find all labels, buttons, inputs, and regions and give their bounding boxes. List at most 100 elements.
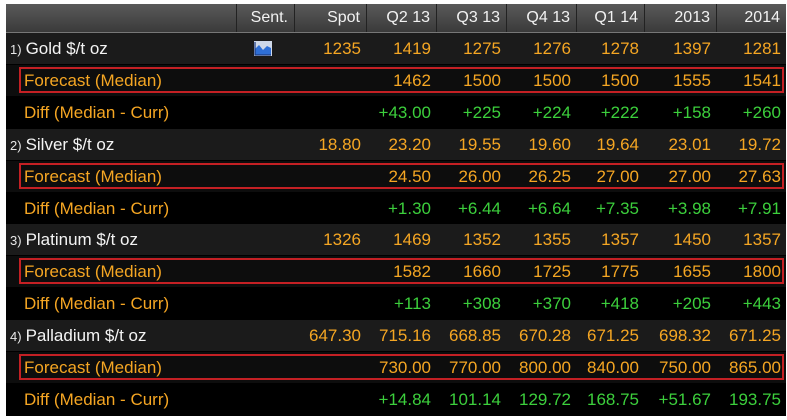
cell-q1-14: +222: [600, 102, 639, 122]
table-row-forecast[interactable]: Forecast (Median) 1462 1500 1500 1500 1555 154…: [6, 64, 786, 96]
cell-2013: 1655: [673, 262, 711, 282]
cell-q3-13: 1500: [463, 70, 501, 90]
row-label-text: Diff (Median - Curr): [24, 389, 170, 409]
cell-q4-13: 1500: [533, 70, 571, 90]
table-row-metal[interactable]: 4) Palladium $/t oz 647.30 715.16 668.85 670.…: [6, 320, 786, 352]
cell-spot: [294, 256, 366, 287]
cell-2013: 698.32: [659, 326, 711, 346]
column-header-q4-13[interactable]: Q4 13: [506, 4, 576, 32]
row-index[interactable]: 2): [10, 138, 22, 153]
row-label: Diff (Median - Curr): [24, 288, 169, 319]
cell-2013: +158: [672, 102, 711, 122]
column-header-q1-14[interactable]: Q1 14: [576, 4, 644, 32]
row-label-text: Forecast (Median): [24, 262, 162, 282]
row-label: 1) Gold $/t oz: [10, 33, 108, 64]
table-row-metal[interactable]: 3) Platinum $/t oz 1326 1469 1352 1355 1357 145…: [6, 224, 786, 256]
cell-q2-13: 1462: [393, 70, 431, 90]
cell-2014: 19.72: [738, 134, 781, 154]
cell-q4-13: +6.64: [527, 198, 571, 218]
cell-q3-13: +6.44: [457, 198, 501, 218]
cell-q3-13: 26.00: [458, 166, 501, 186]
table-row-diff[interactable]: Diff (Median - Curr) +14.84 101.14 129.72 16…: [6, 383, 786, 415]
row-label: 2) Silver $/t oz: [10, 129, 114, 160]
column-header-q2-13[interactable]: Q2 13: [366, 4, 436, 32]
cell-q1-14: 1775: [601, 262, 639, 282]
table-row-metal[interactable]: 2) Silver $/t oz 18.80 23.20 19.55 19.60 19.64…: [6, 128, 786, 160]
row-label: 4) Palladium $/t oz: [10, 320, 147, 351]
cell-q3-13: 101.14: [449, 389, 501, 409]
row-label-text: Forecast (Median): [24, 166, 162, 186]
cell-spot: [294, 97, 366, 128]
row-label-text: Diff (Median - Curr): [24, 294, 170, 314]
cell-spot: [294, 288, 366, 319]
row-label: Diff (Median - Curr): [24, 193, 169, 224]
cell-q3-13: 1275: [463, 39, 501, 58]
row-label-text: Platinum $/t oz: [25, 230, 139, 250]
cell-2014: 865.00: [729, 358, 781, 377]
cell-q1-14: 1278: [601, 39, 639, 58]
cell-q4-13: 800.00: [519, 358, 571, 377]
cell-2014: 27.63: [738, 166, 781, 186]
cell-q1-14: 1357: [601, 230, 639, 250]
cell-q1-14: 19.64: [596, 134, 639, 154]
cell-q4-13: 1725: [533, 262, 571, 282]
cell-q1-14: +7.35: [595, 198, 639, 218]
cell-q1-14: 671.25: [587, 326, 639, 346]
row-index[interactable]: 4): [10, 329, 22, 344]
chart-icon[interactable]: [254, 41, 272, 56]
table-row-forecast[interactable]: Forecast (Median) 1582 1660 1725 1775 1655 180…: [6, 256, 786, 288]
column-header-2014[interactable]: 2014: [716, 4, 786, 32]
cell-q4-13: 26.25: [528, 166, 571, 186]
cell-q3-13: 668.85: [449, 326, 501, 346]
row-index[interactable]: 1): [10, 42, 22, 57]
cell-q2-13: 1419: [393, 39, 431, 58]
cell-q3-13: +225: [462, 102, 501, 122]
cell-q1-14: 27.00: [596, 166, 639, 186]
row-label: 3) Platinum $/t oz: [10, 224, 138, 255]
cell-2014: +7.91: [737, 198, 781, 218]
column-header-q3-13[interactable]: Q3 13: [436, 4, 506, 32]
table-row-forecast[interactable]: Forecast (Median) 730.00 770.00 800.00 840.0…: [6, 352, 786, 383]
table-row-metal[interactable]: 1) Gold $/t oz 1235 1419 1275 1276 1278 1397 128…: [6, 33, 786, 64]
cell-q4-13: 129.72: [519, 389, 571, 409]
table-row-diff[interactable]: Diff (Median - Curr) +113 +308 +370 +418 +205…: [6, 288, 786, 320]
cell-q2-13: +43.00: [378, 102, 431, 122]
row-label: Forecast (Median): [24, 161, 162, 192]
row-label: Forecast (Median): [24, 65, 162, 96]
cell-spot: [294, 65, 366, 96]
cell-2014: 1541: [743, 70, 781, 90]
cell-spot: 1235: [323, 39, 361, 58]
row-label: Diff (Median - Curr): [24, 97, 169, 128]
row-label: Diff (Median - Curr): [24, 384, 169, 415]
cell-2014: +260: [742, 102, 781, 122]
row-label: Forecast (Median): [24, 352, 162, 383]
cell-2014: 193.75: [729, 389, 781, 409]
cell-spot: 647.30: [309, 326, 361, 346]
cell-q2-13: +113: [393, 294, 431, 314]
cell-q1-14: 840.00: [587, 358, 639, 377]
column-header-spot[interactable]: Spot: [294, 4, 366, 32]
row-label: Forecast (Median): [24, 256, 162, 287]
cell-spot: 1326: [323, 230, 361, 250]
cell-q3-13: +308: [462, 294, 501, 314]
row-label-text: Silver $/t oz: [25, 134, 115, 154]
cell-q2-13: 1582: [393, 262, 431, 282]
cell-q2-13: 23.20: [388, 134, 431, 154]
row-index[interactable]: 3): [10, 233, 22, 248]
cell-2013: +51.67: [658, 389, 711, 409]
commodity-forecast-terminal: Sent. Spot Q2 13 Q3 13 Q4 13 Q1 14 2013 …: [6, 4, 786, 416]
cell-2013: 1555: [673, 70, 711, 90]
table-row-diff[interactable]: Diff (Median - Curr) +1.30 +6.44 +6.64 +7.35…: [6, 192, 786, 224]
cell-q4-13: +224: [532, 102, 571, 122]
table-row-forecast[interactable]: Forecast (Median) 24.50 26.00 26.25 27.00 27.…: [6, 160, 786, 192]
column-header-2013[interactable]: 2013: [644, 4, 716, 32]
cell-q2-13: 715.16: [379, 326, 431, 346]
table-row-diff[interactable]: Diff (Median - Curr) +43.00 +225 +224 +222 +1…: [6, 96, 786, 128]
header-label-column: [6, 4, 236, 32]
cell-spot: [294, 384, 366, 415]
cell-2013: +3.98: [667, 198, 711, 218]
cell-2014: 1357: [743, 230, 781, 250]
cell-q1-14: 168.75: [587, 389, 639, 409]
column-header-sentiment[interactable]: Sent.: [236, 4, 294, 32]
cell-2014: 1281: [743, 39, 781, 58]
